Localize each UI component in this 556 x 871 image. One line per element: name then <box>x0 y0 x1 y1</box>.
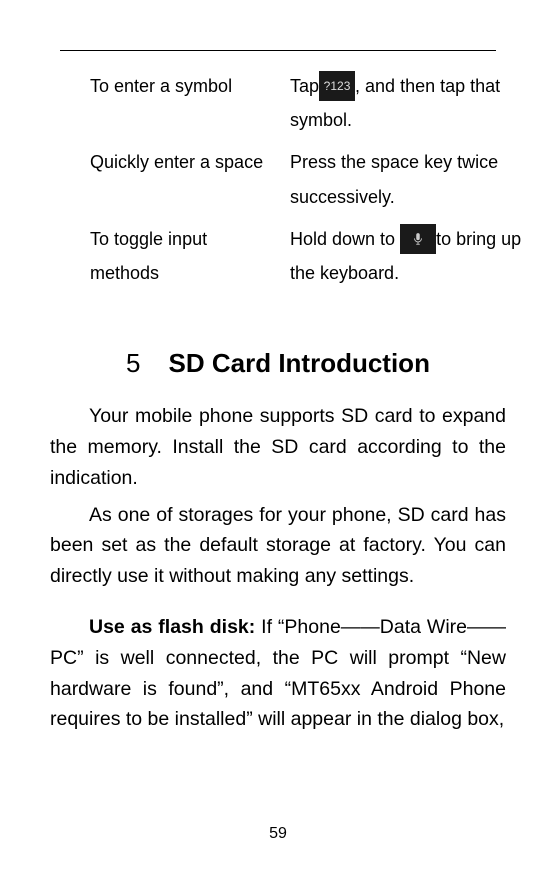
section-number: 5 <box>126 348 140 378</box>
symbol-key-icon: ?123 <box>319 71 355 101</box>
row-description: Hold down to to bring up the keyboard. <box>290 222 546 298</box>
table-row: Quickly enter a space Press the space ke… <box>90 145 546 221</box>
section-title: SD Card Introduction <box>169 348 430 378</box>
text-before-icon: Tap <box>290 76 319 96</box>
table-row: To enter a symbol Tap?123, and then tap … <box>90 69 546 145</box>
row-label: To enter a symbol <box>90 69 290 145</box>
flash-disk-label: Use as flash disk: <box>89 616 255 638</box>
table-row: To toggle input methods Hold down to to … <box>90 222 546 298</box>
row-description: Tap?123, and then tap that symbol. <box>290 69 546 145</box>
body-paragraph: Use as flash disk: If “Phone——Data Wire—… <box>50 612 506 735</box>
input-methods-table: To enter a symbol Tap?123, and then tap … <box>90 69 546 298</box>
row-description: Press the space key twice successively. <box>290 145 546 221</box>
text-before-icon: Hold down to <box>290 229 400 249</box>
mic-key-icon <box>400 224 436 254</box>
paragraph-spacer <box>50 598 506 612</box>
row-label: Quickly enter a space <box>90 145 290 221</box>
page-number: 59 <box>0 825 556 843</box>
section-heading: 5 SD Card Introduction <box>50 348 506 379</box>
body-paragraph: As one of storages for your phone, SD ca… <box>50 500 506 592</box>
top-horizontal-rule <box>60 50 496 51</box>
body-paragraph: Your mobile phone supports SD card to ex… <box>50 401 506 493</box>
row-label: To toggle input methods <box>90 222 290 298</box>
